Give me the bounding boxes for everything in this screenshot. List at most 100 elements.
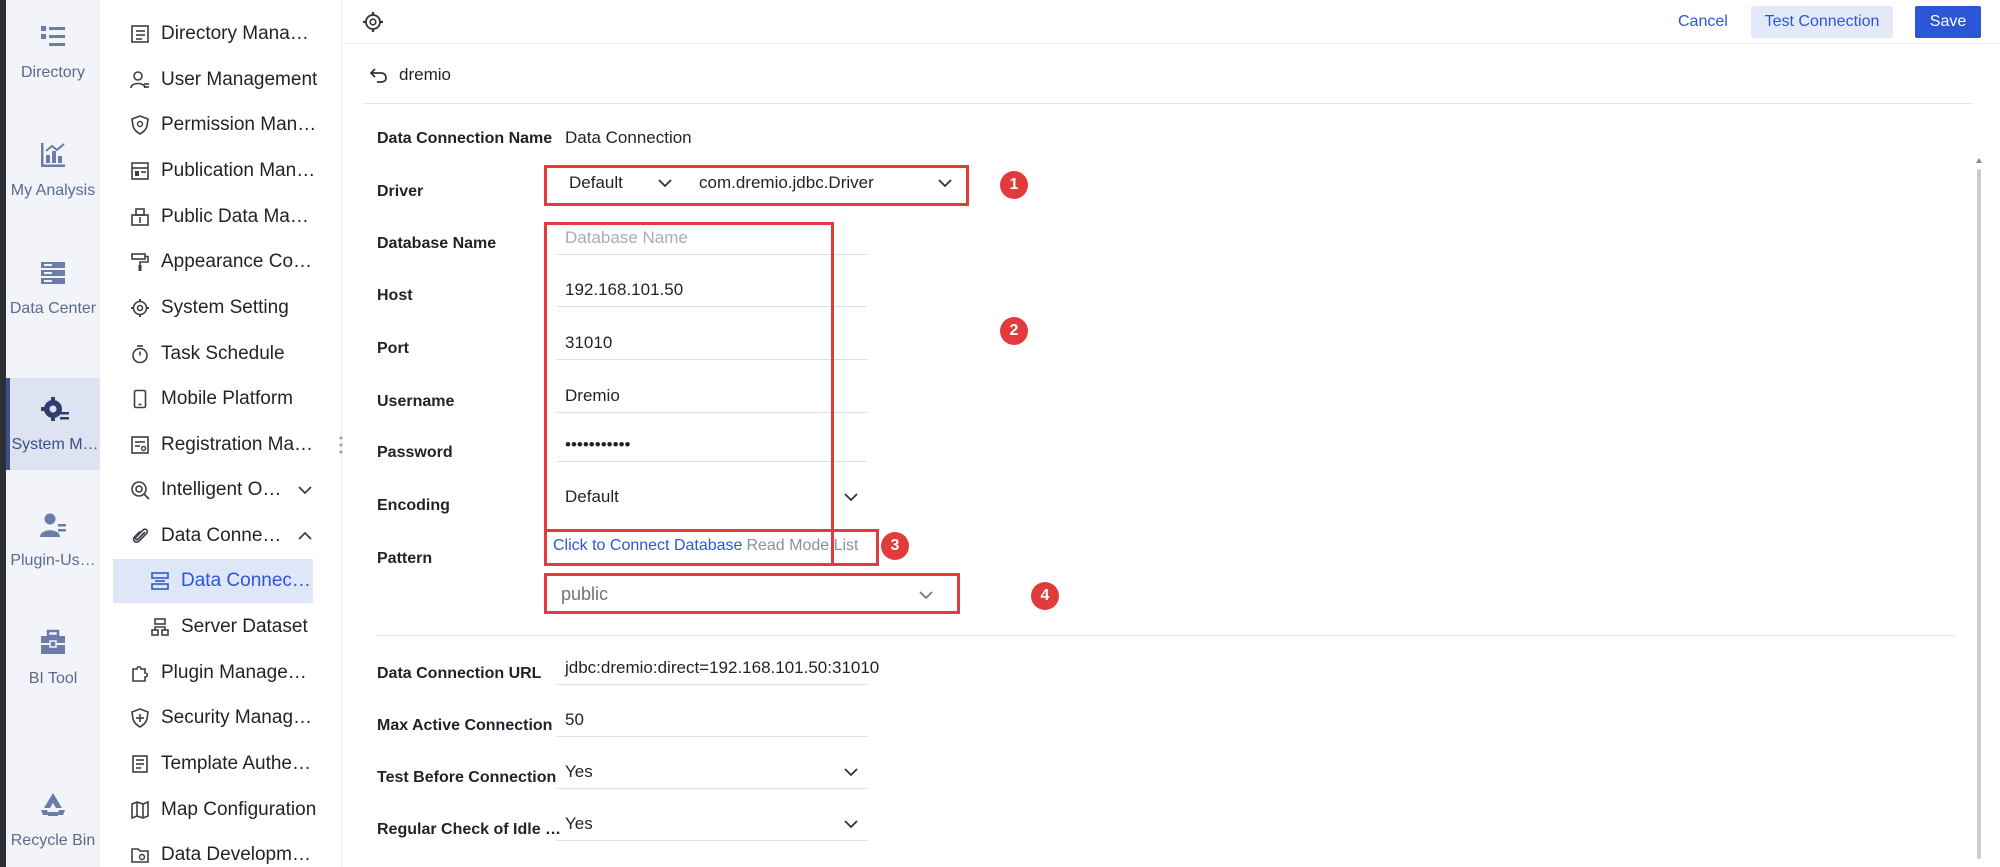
- menu-label: Permission Man…: [161, 114, 317, 135]
- menu-label: User Management: [161, 69, 318, 90]
- paperclip-icon: [132, 528, 149, 543]
- connection-form-panel: dremio Data Connection Name Data Connect…: [343, 45, 2000, 867]
- pattern-label: Pattern: [377, 550, 433, 567]
- chevron-down-icon: [844, 493, 858, 502]
- max-active-field[interactable]: 50: [557, 703, 867, 737]
- menu-label: System Setting: [161, 297, 289, 318]
- menu-item-permission-management[interactable]: Permission Man…: [100, 103, 342, 147]
- max-active-value: 50: [565, 709, 584, 729]
- rail-label-recycle-bin: Recycle Bin: [10, 832, 96, 849]
- menu-item-data-connection-group[interactable]: Data Conne…: [100, 514, 342, 558]
- regular-check-select[interactable]: Yes: [557, 807, 867, 841]
- menu-label: Directory Mana…: [161, 23, 309, 44]
- rail-label-directory: Directory: [20, 64, 85, 81]
- menu-item-data-development[interactable]: Data Developm…: [100, 833, 342, 867]
- analysis-chart-icon: [41, 143, 65, 167]
- rail-item-my-analysis[interactable]: My Analysis: [6, 124, 100, 216]
- host-label: Host: [377, 287, 413, 304]
- map-icon: [131, 800, 149, 820]
- registration-icon: [131, 436, 149, 454]
- menu-item-mobile-platform[interactable]: Mobile Platform: [100, 377, 342, 421]
- menu-item-server-dataset[interactable]: Server Dataset: [100, 605, 342, 649]
- divider: [363, 103, 1973, 104]
- chevron-up-icon: [298, 531, 313, 540]
- menu-item-map-configuration[interactable]: Map Configuration: [100, 788, 342, 832]
- menu-item-system-setting[interactable]: System Setting: [100, 286, 342, 330]
- scroll-up-icon[interactable]: [1975, 157, 1983, 165]
- public-data-icon: [131, 208, 149, 226]
- chevron-down-icon: [844, 820, 858, 829]
- rail-item-bi-tool[interactable]: BI Tool: [6, 612, 100, 704]
- annotation-badge-4: 4: [1031, 582, 1059, 610]
- scroll-thumb[interactable]: [1977, 169, 1981, 859]
- menu-item-task-schedule[interactable]: Task Schedule: [100, 332, 342, 376]
- timer-icon: [132, 345, 148, 364]
- connection-type-label: dremio: [399, 65, 451, 84]
- menu-item-security-management[interactable]: Security Manag…: [100, 696, 342, 740]
- security-shield-icon: [131, 708, 149, 728]
- directory-list-icon: [131, 25, 149, 43]
- database-name-label: Database Name: [377, 235, 497, 252]
- menu-item-data-connection[interactable]: Data Connect…: [113, 559, 313, 603]
- username-label: Username: [377, 393, 455, 410]
- rail-item-recycle-bin[interactable]: Recycle Bin: [6, 774, 100, 866]
- breadcrumb[interactable]: dremio: [369, 63, 451, 87]
- server-dataset-icon: [151, 618, 169, 636]
- url-label: Data Connection URL: [377, 665, 542, 682]
- menu-label: Data Developm…: [161, 844, 311, 865]
- connection-name-field[interactable]: Data Connection: [557, 121, 867, 155]
- system-menu: Directory Mana… User Management Permissi…: [100, 0, 342, 867]
- menu-label: Security Manag…: [161, 707, 313, 728]
- rail-item-system-management[interactable]: System M…: [6, 378, 100, 470]
- publication-icon: [131, 162, 149, 180]
- menu-item-user-management[interactable]: User Management: [100, 58, 342, 102]
- test-before-label: Test Before Connection: [377, 769, 557, 786]
- menu-item-appearance-configuration[interactable]: Appearance Co…: [100, 240, 342, 284]
- cancel-button[interactable]: Cancel: [1666, 7, 1740, 37]
- rail-label-my-analysis: My Analysis: [10, 182, 96, 199]
- annotation-box-2: [544, 222, 834, 566]
- menu-item-registration-management[interactable]: Registration Ma…: [100, 423, 342, 467]
- puzzle-icon: [132, 665, 149, 682]
- annotation-badge-3: 3: [881, 532, 909, 560]
- top-toolbar: Cancel Test Connection Save: [343, 0, 2000, 44]
- test-before-value: Yes: [565, 761, 593, 781]
- url-field[interactable]: jdbc:dremio:direct=192.168.101.50:31010: [557, 651, 879, 685]
- settings-gear-icon[interactable]: [362, 11, 384, 33]
- data-center-icon: [41, 262, 65, 284]
- template-doc-icon: [132, 755, 148, 773]
- rail-item-directory[interactable]: Directory: [6, 6, 100, 98]
- menu-item-template-authentication[interactable]: Template Authe…: [100, 742, 342, 786]
- rail-item-plugin-user[interactable]: Plugin-Us…: [6, 494, 100, 586]
- annotation-badge-1: 1: [1000, 171, 1028, 199]
- save-button[interactable]: Save: [1915, 6, 1981, 38]
- annotation-box-3: [544, 529, 879, 566]
- connection-name-label: Data Connection Name: [377, 130, 553, 147]
- annotation-badge-2: 2: [1000, 317, 1028, 345]
- rail-label-system-management: System M…: [11, 436, 99, 453]
- menu-item-public-data-management[interactable]: Public Data Ma…: [100, 195, 342, 239]
- user-icon: [130, 71, 149, 89]
- test-connection-button[interactable]: Test Connection: [1751, 6, 1893, 38]
- plugin-user-icon: [40, 513, 66, 537]
- menu-label: Task Schedule: [161, 343, 285, 364]
- annotation-box-1: [544, 165, 969, 206]
- rail-item-data-center[interactable]: Data Center: [6, 242, 100, 334]
- driver-label: Driver: [377, 183, 424, 200]
- test-before-select[interactable]: Yes: [557, 755, 867, 789]
- menu-item-directory-management[interactable]: Directory Mana…: [100, 12, 342, 56]
- menu-item-intelligent-operations[interactable]: Intelligent O…: [100, 468, 342, 512]
- back-arrow-icon[interactable]: [369, 65, 389, 85]
- section-divider: [377, 635, 1954, 636]
- rail-label-plugin-user: Plugin-Us…: [10, 552, 96, 569]
- password-label: Password: [377, 444, 453, 461]
- vertical-scrollbar[interactable]: [1973, 105, 1985, 865]
- menu-label: Public Data Ma…: [161, 206, 309, 227]
- max-active-label: Max Active Connection: [377, 717, 553, 734]
- menu-item-plugin-management[interactable]: Plugin Manage…: [100, 651, 342, 695]
- menu-item-publication-management[interactable]: Publication Man…: [100, 149, 342, 193]
- directory-icon: [41, 26, 65, 46]
- data-connection-icon: [151, 572, 169, 590]
- port-label: Port: [377, 340, 409, 357]
- encoding-label: Encoding: [377, 497, 450, 514]
